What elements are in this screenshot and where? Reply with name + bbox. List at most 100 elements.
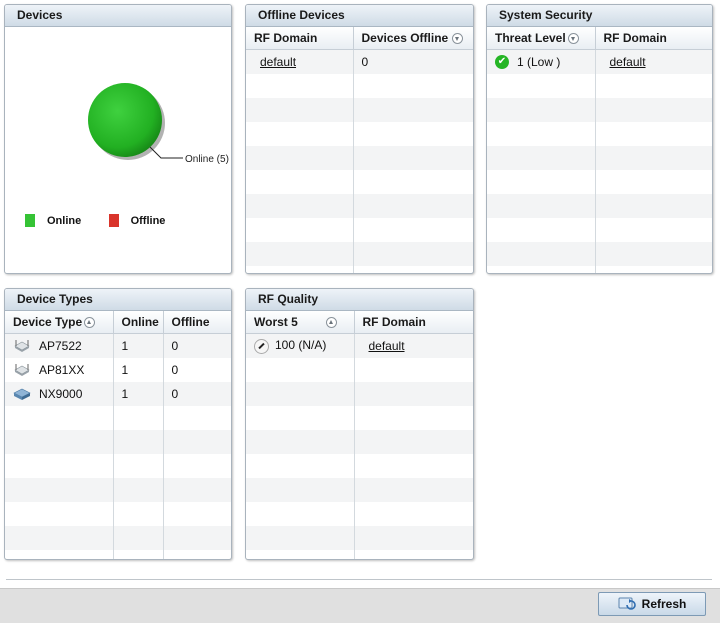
- column-header-worst-5[interactable]: Worst 5: [246, 311, 355, 334]
- table-cell: 1: [113, 382, 164, 406]
- table-row-empty: [246, 358, 473, 382]
- table-row-empty: [5, 454, 231, 478]
- legend-online-swatch: [25, 214, 35, 228]
- table-header-row: Worst 5 RF Domain: [246, 311, 473, 334]
- table-row-empty: [246, 170, 473, 194]
- refresh-button[interactable]: Refresh: [598, 592, 706, 616]
- table-row-empty: [246, 406, 473, 430]
- table-header-row: Device Type Online Offline: [5, 311, 231, 334]
- devices-legend: Online Offline: [25, 213, 166, 228]
- rf-quality-table: Worst 5 RF Domain 100 (N/A) default: [246, 311, 473, 559]
- table-cell: 0: [163, 382, 231, 406]
- offline-devices-panel-title: Offline Devices: [246, 5, 473, 27]
- controller-icon: [13, 389, 31, 401]
- table-row-empty: [246, 454, 473, 478]
- column-header-label: RF Domain: [362, 315, 426, 329]
- device-types-table: Device Type Online Offline AP7522 1 0 AP…: [5, 311, 231, 559]
- table-row-empty: [246, 98, 473, 122]
- devices-panel: Devices Online (5) Online Offline: [4, 4, 232, 274]
- table-cell: 0: [163, 333, 231, 358]
- table-row[interactable]: AP7522 1 0: [5, 333, 231, 358]
- table-header-row: RF Domain Devices Offline: [246, 27, 473, 50]
- table-row-empty: [487, 266, 712, 273]
- refresh-button-label: Refresh: [641, 597, 687, 611]
- column-header-label: RF Domain: [254, 31, 318, 45]
- sort-desc-icon[interactable]: [451, 32, 463, 44]
- system-security-panel: System Security Threat Level RF Domain ✔…: [486, 4, 713, 274]
- column-header-label: Online: [121, 315, 159, 329]
- footer-separator: [6, 579, 712, 580]
- column-header-rf-domain[interactable]: RF Domain: [354, 311, 473, 334]
- table-row[interactable]: AP81XX 1 0: [5, 358, 231, 382]
- table-row-empty: [246, 218, 473, 242]
- legend-offline-label: Offline: [130, 214, 166, 227]
- table-cell: default: [595, 49, 712, 74]
- rf-quality-panel-title: RF Quality: [246, 289, 473, 311]
- table-cell: default: [354, 333, 473, 358]
- column-header-label: Devices Offline: [361, 31, 449, 46]
- table-row-empty: [246, 478, 473, 502]
- pie-label-leader: [149, 146, 183, 159]
- offline-devices-table: RF Domain Devices Offline default 0: [246, 27, 473, 273]
- table-row-empty: [487, 242, 712, 266]
- rf-quality-value: 100 (N/A): [275, 338, 327, 353]
- table-row[interactable]: NX9000 1 0: [5, 382, 231, 406]
- table-row-empty: [246, 382, 473, 406]
- offline-devices-panel: Offline Devices RF Domain Devices Offlin…: [245, 4, 474, 274]
- table-row-empty: [5, 478, 231, 502]
- column-header-label: Threat Level: [495, 31, 566, 45]
- table-row-empty: [246, 74, 473, 98]
- system-security-panel-title: System Security: [487, 5, 712, 27]
- table-row[interactable]: 100 (N/A) default: [246, 333, 473, 358]
- threat-level-value: 1 (Low ): [517, 54, 561, 69]
- table-row[interactable]: default 0: [246, 49, 473, 74]
- table-row-empty: [246, 550, 473, 559]
- pie-slice-online[interactable]: [88, 83, 162, 157]
- sort-asc-icon[interactable]: [326, 317, 337, 329]
- column-header-offline[interactable]: Offline: [163, 311, 231, 334]
- refresh-icon: [618, 597, 636, 610]
- column-header-label: Offline: [171, 315, 210, 329]
- table-row-empty: [246, 146, 473, 170]
- system-security-table: Threat Level RF Domain ✔ 1 (Low ) default: [487, 27, 712, 273]
- table-header-row: Threat Level RF Domain: [487, 27, 712, 50]
- table-cell: ✔ 1 (Low ): [487, 49, 596, 74]
- device-type-name: AP81XX: [39, 362, 85, 377]
- table-row[interactable]: ✔ 1 (Low ) default: [487, 49, 712, 74]
- table-row-empty: [487, 98, 712, 122]
- table-row-empty: [487, 218, 712, 242]
- column-header-rf-domain[interactable]: RF Domain: [595, 27, 712, 50]
- column-header-device-type[interactable]: Device Type: [5, 311, 114, 334]
- column-header-threat-level[interactable]: Threat Level: [487, 27, 596, 50]
- device-types-panel-title: Device Types: [5, 289, 231, 311]
- column-header-label: Device Type: [13, 315, 83, 329]
- table-row-empty: [487, 146, 712, 170]
- table-cell: NX9000: [5, 382, 114, 406]
- table-row-empty: [246, 430, 473, 454]
- table-cell: 0: [171, 363, 179, 377]
- table-cell: AP7522: [5, 333, 114, 358]
- legend-online-label: Online: [47, 214, 82, 227]
- rf-domain-link[interactable]: default: [260, 55, 296, 69]
- column-header-label: RF Domain: [603, 31, 667, 45]
- legend-offline-swatch: [108, 214, 119, 228]
- table-row-empty: [5, 502, 231, 526]
- table-row-empty: [487, 170, 712, 194]
- column-header-devices-offline[interactable]: Devices Offline: [353, 27, 473, 50]
- sort-asc-icon[interactable]: [84, 317, 96, 329]
- table-row-empty: [487, 74, 712, 98]
- devices-pie-chart: Online (5): [88, 83, 229, 165]
- table-cell: default: [246, 49, 354, 74]
- table-row-empty: [487, 194, 712, 218]
- column-header-rf-domain[interactable]: RF Domain: [246, 27, 354, 50]
- rf-domain-link[interactable]: default: [610, 55, 646, 69]
- device-type-name: NX9000: [39, 386, 83, 401]
- column-header-online[interactable]: Online: [113, 311, 164, 334]
- device-types-panel: Device Types Device Type Online Offline …: [4, 288, 232, 560]
- rf-domain-link[interactable]: default: [369, 339, 405, 353]
- rf-quality-panel: RF Quality Worst 5 RF Domain 100 (N/A) d…: [245, 288, 474, 560]
- sort-desc-icon[interactable]: [567, 33, 579, 45]
- devices-panel-title: Devices: [5, 5, 231, 27]
- table-row-empty: [487, 122, 712, 146]
- table-row-empty: [246, 242, 473, 266]
